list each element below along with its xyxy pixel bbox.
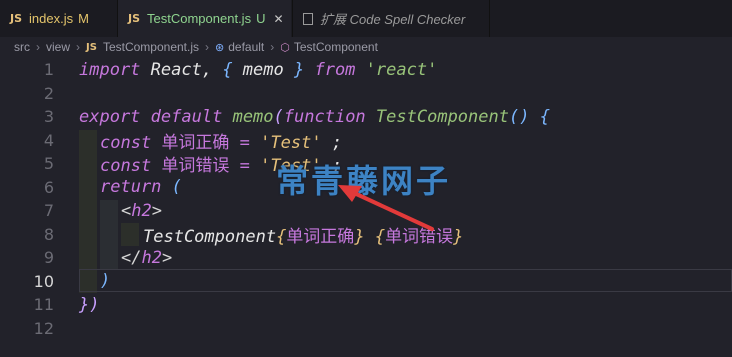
annotation-arrow — [338, 185, 434, 231]
